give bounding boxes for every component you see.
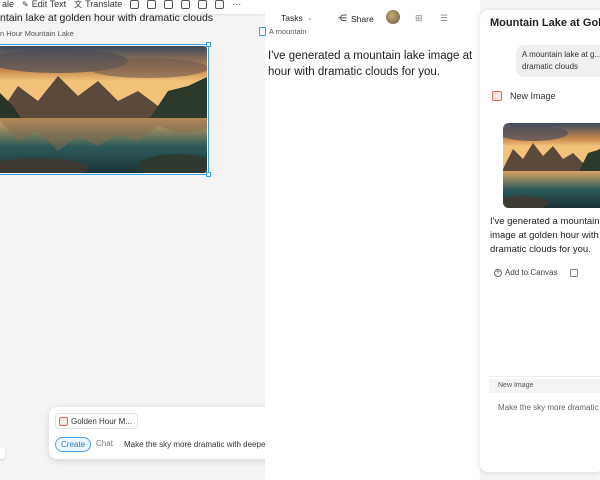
copy-icon[interactable] — [570, 269, 578, 277]
generated-image-thumbnail[interactable] — [503, 123, 600, 208]
reference-chip[interactable]: Golden Hour M... — [55, 413, 138, 429]
collapse-handle[interactable] — [0, 447, 5, 459]
expand-icon[interactable] — [164, 0, 174, 9]
canvas-area[interactable]: ale ✎ Edit Text 文 Translate ··· ntain la… — [0, 0, 345, 480]
resize-handle-tr[interactable] — [206, 42, 211, 47]
add-to-canvas-label: Add to Canvas — [505, 268, 558, 277]
translate-button[interactable]: 文 Translate — [74, 0, 122, 10]
document-pane: Tasks ⌄ ⋲ Share ⊞ ☰ A mountain I've gene… — [259, 0, 480, 480]
assistant-reply: I've generated a mountain image at golde… — [490, 216, 600, 255]
edit-text-icon: ✎ — [22, 0, 29, 9]
mode-toggle: Create Chat — [55, 437, 118, 452]
edit-text-button[interactable]: ✎ Edit Text — [22, 0, 66, 9]
document-body[interactable]: I've generated a mountain lake image at … — [268, 48, 480, 80]
new-image-row[interactable]: New Image — [492, 91, 556, 101]
share-icon: ⋲ — [338, 13, 347, 23]
resize-handle-br[interactable] — [206, 172, 211, 177]
user-message: A mountain lake at g... dramatic clouds — [516, 45, 600, 77]
chevron-down-icon: ⌄ — [306, 15, 313, 22]
chat-input-box[interactable]: New Image Make the sky more dramatic — [489, 376, 600, 446]
new-image-label: New Image — [510, 91, 556, 101]
reference-chip-label: Golden Hour M... — [71, 416, 132, 426]
share-label: Share — [351, 13, 374, 24]
more-label: ··· — [232, 0, 242, 9]
image-icon — [59, 416, 68, 426]
brush-icon[interactable] — [147, 0, 157, 9]
translate-icon: 文 — [74, 0, 83, 9]
chat-title: Mountain Lake at Gol... — [490, 17, 600, 29]
image-icon — [492, 91, 502, 101]
edit-text-label: Edit Text — [31, 0, 67, 9]
list-view-icon[interactable]: ☰ — [440, 13, 448, 24]
more-button[interactable]: ··· — [232, 0, 241, 9]
share-button[interactable]: ⋲ Share — [338, 13, 374, 24]
chat-input-tag: New Image — [489, 379, 600, 393]
grid-view-icon[interactable]: ⊞ — [415, 13, 423, 24]
tasks-label: Tasks — [281, 13, 303, 23]
eraser-icon[interactable] — [130, 0, 140, 9]
tasks-dropdown[interactable]: Tasks ⌄ — [281, 13, 313, 23]
frame-label: n Hour Mountain Lake — [0, 29, 74, 38]
download-icon[interactable] — [181, 0, 191, 9]
add-to-canvas-button[interactable]: + Add to Canvas — [494, 268, 557, 277]
document-icon — [259, 27, 266, 36]
copy-icon[interactable] — [215, 0, 225, 9]
mode-create[interactable]: Create — [55, 437, 92, 452]
avatar[interactable] — [386, 10, 400, 24]
document-tag: A mountain — [259, 27, 307, 36]
scale-label: ale — [2, 0, 15, 9]
plus-circle-icon: + — [494, 268, 502, 277]
document-tag-label: A mountain — [269, 27, 307, 36]
chat-panel: Mountain Lake at Gol... A mountain lake … — [480, 10, 600, 472]
selected-image-frame[interactable] — [0, 42, 211, 177]
scale-tool[interactable]: ale — [2, 0, 14, 9]
chat-input-text[interactable]: Make the sky more dramatic — [498, 403, 598, 412]
mode-chat[interactable]: Chat — [91, 437, 118, 452]
clipboard-icon[interactable] — [198, 0, 208, 9]
mountain-lake-image — [0, 46, 207, 173]
translate-label: Translate — [85, 0, 123, 9]
image-prompt-title: ntain lake at golden hour with dramatic … — [0, 12, 214, 24]
